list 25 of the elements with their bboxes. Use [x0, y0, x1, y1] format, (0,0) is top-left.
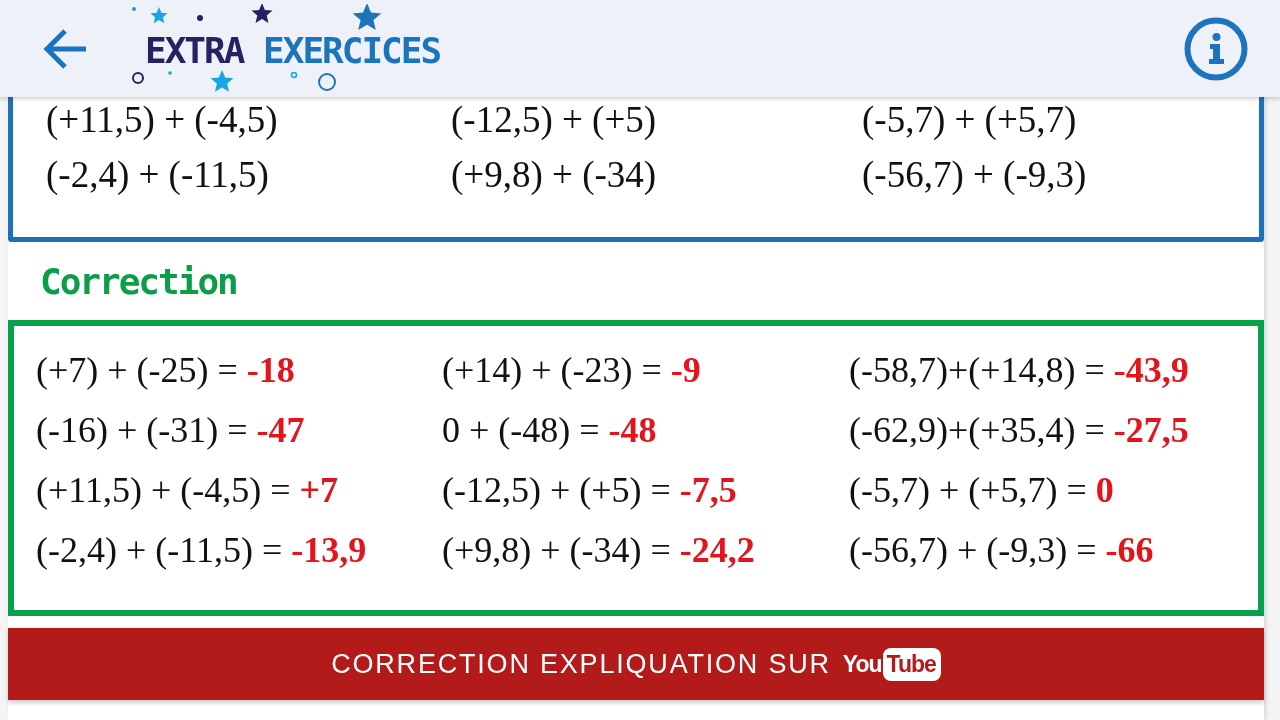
solved-equation: (-2,4) + (-11,5) = -13,9 — [36, 530, 367, 570]
section-heading: Correction — [39, 259, 237, 304]
solved-equation: (-5,7) + (+5,7) = 0 — [849, 470, 1114, 510]
exercise-expression: (-56,7) + (-9,3) — [862, 155, 1087, 195]
solved-equation: (-12,5) + (+5) = -7,5 — [442, 470, 737, 510]
app-logo: EXTRA EXERCICES — [145, 33, 441, 68]
solved-equation: (+9,8) + (-34) = -24,2 — [442, 530, 755, 570]
solved-equation: (+7) + (-25) = -18 — [36, 350, 295, 390]
exercise-expression: (-5,7) + (+5,7) — [862, 100, 1077, 140]
solved-equation: (-16) + (-31) = -47 — [36, 410, 305, 450]
exercise-expression: (+11,5) + (-4,5) — [46, 100, 278, 140]
exercise-expression: (+9,8) + (-34) — [451, 155, 657, 195]
info-icon — [1184, 16, 1248, 81]
exercise-expression: (-2,4) + (-11,5) — [46, 155, 269, 195]
exercise-expression: (-12,5) + (+5) — [451, 100, 657, 140]
solved-equation: (+14) + (-23) = -9 — [442, 350, 701, 390]
back-arrow-icon — [42, 28, 86, 69]
solved-equation: (-56,7) + (-9,3) = -66 — [849, 530, 1154, 570]
solved-equation: (-62,9)+(+35,4) = -27,5 — [849, 410, 1189, 450]
solved-equation: (+11,5) + (-4,5) = +7 — [36, 470, 339, 510]
video-logo: You Tube — [842, 647, 941, 681]
video-button[interactable]: CORRECTION EXPLIQUATION SUR You Tube — [8, 628, 1264, 700]
info-button[interactable] — [1184, 16, 1248, 81]
solved-equation: (-58,7)+(+14,8) = -43,9 — [849, 350, 1189, 390]
solved-equation: 0 + (-48) = -48 — [442, 410, 657, 450]
